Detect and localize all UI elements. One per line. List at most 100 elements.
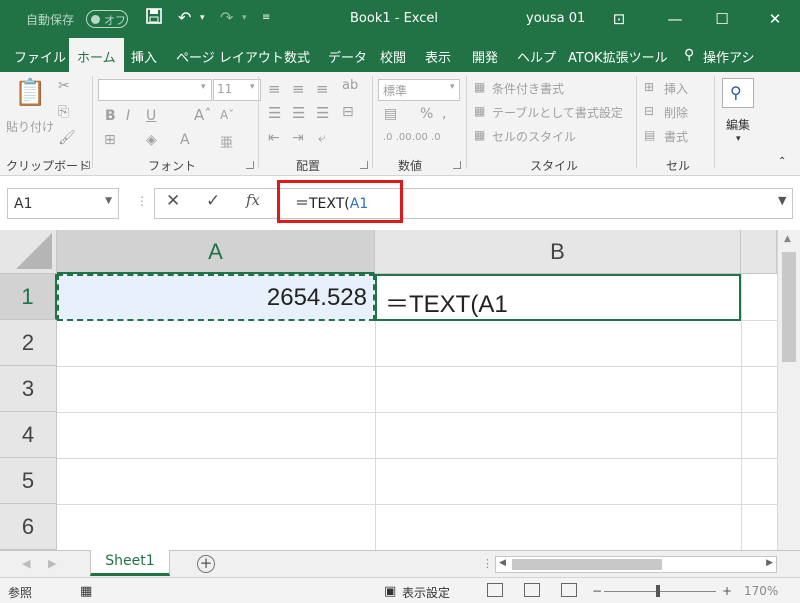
name-box[interactable]: A1 ▼ <box>7 188 119 219</box>
tab-review[interactable]: 校閲 <box>380 47 406 66</box>
column-header-c[interactable] <box>741 230 777 274</box>
cell-a1[interactable]: 2654.528 <box>57 274 375 321</box>
conditional-formatting-icon[interactable]: ▦ <box>474 80 485 94</box>
tab-page-layout[interactable]: ページ レイアウト <box>176 47 284 66</box>
page-break-view-icon[interactable] <box>561 583 577 597</box>
cut-icon[interactable]: ✂ <box>58 78 70 94</box>
minimize-icon[interactable]: — <box>660 6 690 32</box>
page-layout-view-icon[interactable] <box>524 583 540 597</box>
column-header-a[interactable]: A <box>57 230 375 274</box>
expand-formula-bar-icon[interactable]: ▼ <box>778 194 786 207</box>
close-icon[interactable]: ✕ <box>760 6 790 32</box>
format-as-table-button[interactable]: テーブルとして書式設定 <box>492 104 623 121</box>
increase-decimal-icon[interactable]: .0 .00 <box>383 132 412 143</box>
macro-record-icon[interactable]: ▦ <box>80 584 92 599</box>
italic-icon[interactable]: I <box>126 108 130 124</box>
conditional-formatting-button[interactable]: 条件付き書式 <box>492 80 564 97</box>
delete-cells-icon[interactable]: ⊟ <box>644 104 654 118</box>
resize-handle-icon[interactable]: ⋮ <box>136 194 148 208</box>
copy-icon[interactable]: ⎘ <box>58 104 69 120</box>
sheet-tab-sheet1[interactable]: Sheet1 <box>90 550 170 576</box>
next-sheet-icon[interactable]: ▶ <box>48 557 56 570</box>
comma-icon[interactable]: , <box>442 106 446 122</box>
editing-dropdown-icon[interactable]: ▾ <box>736 134 741 144</box>
row-header-4[interactable]: 4 <box>0 412 57 458</box>
worksheet-grid[interactable]: A B 1 2 3 4 5 6 2654.528 ＝TEXT(A1 ▲ <box>0 230 800 550</box>
select-all-button[interactable] <box>0 230 57 274</box>
orientation-icon[interactable]: ab <box>342 78 358 93</box>
percent-icon[interactable]: % <box>420 106 433 122</box>
format-cells-icon[interactable]: ▤ <box>644 128 655 142</box>
display-settings-button[interactable]: 表示設定 <box>402 584 450 601</box>
enter-icon[interactable]: ✓ <box>206 191 220 211</box>
row-header-1[interactable]: 1 <box>0 274 57 320</box>
align-left-icon[interactable]: ☰ <box>268 104 281 122</box>
vertical-scrollbar[interactable]: ▲ <box>777 230 800 550</box>
tab-atok[interactable]: ATOK拡張ツール <box>568 47 668 66</box>
prev-sheet-icon[interactable]: ◀ <box>22 557 30 570</box>
format-cells-button[interactable]: 書式 <box>664 128 688 145</box>
horizontal-scroll-thumb[interactable] <box>512 559 662 570</box>
align-right-icon[interactable]: ☰ <box>316 104 329 122</box>
undo-icon[interactable]: ↶ <box>178 8 191 27</box>
save-icon[interactable] <box>146 8 162 28</box>
top-align-icon[interactable]: ≡ <box>268 80 281 98</box>
zoom-slider-thumb[interactable] <box>656 585 660 597</box>
shrink-font-icon[interactable]: Aˇ <box>220 108 234 122</box>
decrease-indent-icon[interactable]: ⇤ <box>268 130 280 146</box>
column-header-b[interactable]: B <box>375 230 741 274</box>
scroll-right-icon[interactable]: ▶ <box>766 558 773 568</box>
user-name[interactable]: yousa 01 <box>526 11 585 26</box>
font-color-icon[interactable]: A <box>180 132 190 148</box>
cell-b1[interactable]: ＝TEXT(A1 <box>375 274 741 321</box>
underline-icon[interactable]: U <box>146 108 156 124</box>
insert-cells-icon[interactable]: ⊞ <box>644 80 654 94</box>
row-header-3[interactable]: 3 <box>0 366 57 412</box>
format-painter-icon[interactable]: 🖌 <box>58 130 76 146</box>
font-size-dropdown-icon[interactable]: ▾ <box>250 82 255 92</box>
number-launcher-icon[interactable] <box>453 161 461 169</box>
zoom-slider[interactable] <box>604 591 716 592</box>
tab-help[interactable]: ヘルプ <box>517 47 556 66</box>
middle-align-icon[interactable]: ≡ <box>292 80 305 98</box>
paste-label[interactable]: 貼り付け <box>6 118 54 135</box>
autosave-toggle[interactable]: オフ <box>86 10 128 28</box>
paste-icon[interactable]: 📋 <box>14 78 46 108</box>
row-header-2[interactable]: 2 <box>0 320 57 366</box>
number-format-dropdown-icon[interactable]: ▾ <box>450 82 455 92</box>
redo-icon[interactable]: ↷ <box>220 8 233 27</box>
tab-insert[interactable]: 挿入 <box>131 47 157 66</box>
decrease-decimal-icon[interactable]: .00 .0 <box>412 132 441 143</box>
ribbon-display-icon[interactable]: ⊡ <box>604 6 634 32</box>
align-center-icon[interactable]: ☰ <box>292 104 305 122</box>
add-sheet-icon[interactable]: + <box>197 555 215 573</box>
collapse-ribbon-icon[interactable]: ⌃ <box>778 156 786 167</box>
cancel-icon[interactable]: ✕ <box>166 191 180 211</box>
tell-me-box[interactable]: 操作アシ <box>703 47 754 66</box>
grow-font-icon[interactable]: Aˆ <box>194 106 212 124</box>
customize-qat-icon[interactable]: ≡ <box>262 12 270 23</box>
horizontal-scrollbar[interactable]: ◀ ▶ <box>495 556 777 573</box>
bold-icon[interactable]: B <box>105 108 116 124</box>
font-name-box[interactable] <box>98 79 212 101</box>
phonetic-icon[interactable]: 亜 <box>220 132 233 151</box>
scroll-left-icon[interactable]: ◀ <box>499 558 506 568</box>
search-icon[interactable]: ⚲ <box>684 47 694 63</box>
name-box-dropdown-icon[interactable]: ▼ <box>105 196 112 206</box>
redo-dropdown-icon[interactable]: ▾ <box>242 13 247 23</box>
row-header-5[interactable]: 5 <box>0 458 57 504</box>
tab-developer[interactable]: 開発 <box>472 47 498 66</box>
display-settings-icon[interactable]: ▣ <box>384 584 396 599</box>
tab-home[interactable]: ホーム <box>69 38 124 72</box>
tab-data[interactable]: データ <box>328 47 367 66</box>
insert-cells-button[interactable]: 挿入 <box>664 80 688 97</box>
tab-formulas[interactable]: 数式 <box>284 47 310 66</box>
wrap-text-icon[interactable]: ⤶ <box>318 130 326 146</box>
maximize-icon[interactable]: ☐ <box>707 6 737 32</box>
vertical-scroll-thumb[interactable] <box>782 252 796 362</box>
fill-color-icon[interactable]: ◈ <box>146 132 157 148</box>
find-select-button[interactable]: ⚲ <box>722 78 754 108</box>
accounting-icon[interactable]: ▤ <box>384 106 397 122</box>
zoom-level[interactable]: 170% <box>744 584 778 598</box>
cell-styles-icon[interactable]: ▦ <box>474 128 485 142</box>
